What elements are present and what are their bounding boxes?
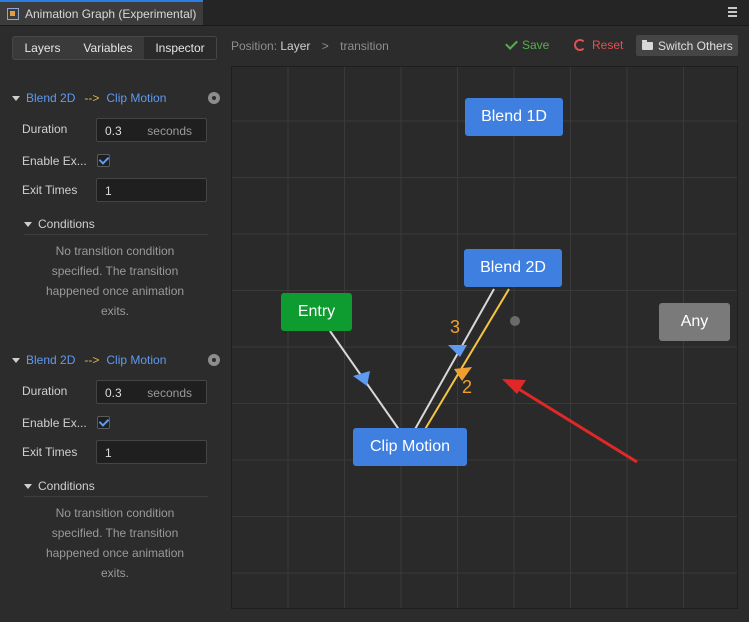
exit-times-label: Exit Times bbox=[22, 445, 78, 459]
enable-exit-label: Enable Ex... bbox=[22, 416, 87, 430]
collapse-triangle-icon[interactable] bbox=[24, 221, 32, 227]
collapse-triangle-icon[interactable] bbox=[24, 483, 32, 489]
exit-times-field[interactable]: 1 bbox=[96, 178, 207, 202]
transition-header[interactable]: Blend 2D --> Clip Motion bbox=[12, 350, 220, 370]
duration-value: 0.3 bbox=[105, 386, 122, 400]
conditions-line: exits. bbox=[100, 566, 129, 580]
enable-exit-label: Enable Ex... bbox=[22, 154, 87, 168]
exit-times-value: 1 bbox=[105, 446, 112, 460]
transition-header[interactable]: Blend 2D --> Clip Motion bbox=[12, 88, 220, 108]
duration-label: Duration bbox=[22, 122, 68, 136]
tab-variables[interactable]: Variables bbox=[72, 37, 144, 59]
duration-label: Duration bbox=[22, 384, 68, 398]
transition-count-label-2: 2 bbox=[462, 377, 473, 397]
duration-field[interactable]: 0.3 seconds bbox=[96, 118, 207, 142]
transition-clip-to-blend2d[interactable] bbox=[413, 288, 495, 432]
conditions-header[interactable]: Conditions bbox=[24, 214, 208, 235]
breadcrumb-layer[interactable]: Layer bbox=[280, 39, 310, 53]
breadcrumb-separator: > bbox=[321, 39, 329, 53]
exit-times-label: Exit Times bbox=[22, 183, 78, 197]
breadcrumb: Position: Layer > transition bbox=[231, 39, 389, 53]
transition-from[interactable]: Blend 2D bbox=[26, 353, 75, 367]
duration-unit: seconds bbox=[147, 124, 192, 138]
reset-label: Reset bbox=[592, 38, 624, 52]
conditions-line: No transition condition bbox=[55, 506, 175, 520]
conditions-empty-text: No transition condition specified. The t… bbox=[40, 503, 190, 583]
tab-inspector[interactable]: Inspector bbox=[144, 37, 216, 59]
conditions-label: Conditions bbox=[38, 479, 95, 493]
conditions-line: happened once animation bbox=[45, 284, 185, 298]
collapse-triangle-icon[interactable] bbox=[12, 357, 20, 363]
conditions-header[interactable]: Conditions bbox=[24, 476, 208, 497]
save-button[interactable]: Save bbox=[505, 37, 550, 52]
conditions-line: exits. bbox=[100, 304, 129, 318]
panel-tab-animation-graph[interactable]: Animation Graph (Experimental) bbox=[0, 0, 203, 25]
transition-arrow: --> bbox=[84, 353, 100, 367]
folder-icon bbox=[642, 39, 653, 50]
node-clip-motion[interactable]: Clip Motion bbox=[353, 428, 467, 466]
switch-others-button[interactable]: Switch Others bbox=[636, 35, 738, 56]
node-blend-1d[interactable]: Blend 1D bbox=[465, 98, 563, 136]
save-label: Save bbox=[522, 38, 550, 52]
conditions-label: Conditions bbox=[38, 217, 95, 231]
enable-exit-checkbox[interactable] bbox=[97, 416, 110, 429]
gear-icon[interactable] bbox=[208, 92, 220, 104]
transition-from[interactable]: Blend 2D bbox=[26, 91, 75, 105]
enable-exit-checkbox[interactable] bbox=[97, 154, 110, 167]
reset-icon bbox=[574, 39, 586, 51]
title-bar: Animation Graph (Experimental) bbox=[0, 0, 749, 26]
transition-blend2d-to-clip-selected[interactable] bbox=[423, 288, 510, 432]
annotation-arrow-line bbox=[516, 386, 638, 464]
duration-unit: seconds bbox=[147, 386, 192, 400]
check-icon bbox=[505, 37, 518, 50]
node-entry[interactable]: Entry bbox=[281, 293, 352, 331]
transition-arrow: --> bbox=[84, 91, 100, 105]
breadcrumb-transition: transition bbox=[340, 39, 389, 53]
tab-layers[interactable]: Layers bbox=[13, 37, 72, 59]
left-panel-tabs: Layers Variables Inspector bbox=[12, 36, 217, 60]
transition-count-label-3: 3 bbox=[450, 317, 461, 337]
duration-value: 0.3 bbox=[105, 124, 122, 138]
hamburger-icon[interactable] bbox=[728, 7, 737, 17]
transition-to[interactable]: Clip Motion bbox=[106, 353, 166, 367]
panel-title: Animation Graph (Experimental) bbox=[25, 6, 197, 21]
conditions-empty-text: No transition condition specified. The t… bbox=[40, 241, 190, 321]
conditions-line: No transition condition bbox=[55, 244, 175, 258]
gear-icon[interactable] bbox=[208, 354, 220, 366]
switch-others-label: Switch Others bbox=[658, 38, 733, 53]
exit-times-field[interactable]: 1 bbox=[96, 440, 207, 464]
node-any[interactable]: Any bbox=[659, 303, 730, 341]
conditions-line: specified. The transition bbox=[51, 264, 179, 278]
node-blend-2d[interactable]: Blend 2D bbox=[464, 249, 562, 287]
conditions-line: specified. The transition bbox=[51, 526, 179, 540]
position-label: Position: bbox=[231, 39, 278, 53]
duration-field[interactable]: 0.3 seconds bbox=[96, 380, 207, 404]
transition-to[interactable]: Clip Motion bbox=[106, 91, 166, 105]
conditions-line: happened once animation bbox=[45, 546, 185, 560]
exit-times-value: 1 bbox=[105, 184, 112, 198]
animation-graph-icon bbox=[7, 7, 19, 20]
collapse-triangle-icon[interactable] bbox=[12, 95, 20, 101]
graph-origin-dot bbox=[510, 316, 520, 326]
animation-graph-canvas[interactable]: 3 2 Blend 1D Blend 2D Entry Any Clip Mot… bbox=[231, 66, 738, 609]
reset-button[interactable]: Reset bbox=[574, 38, 623, 52]
